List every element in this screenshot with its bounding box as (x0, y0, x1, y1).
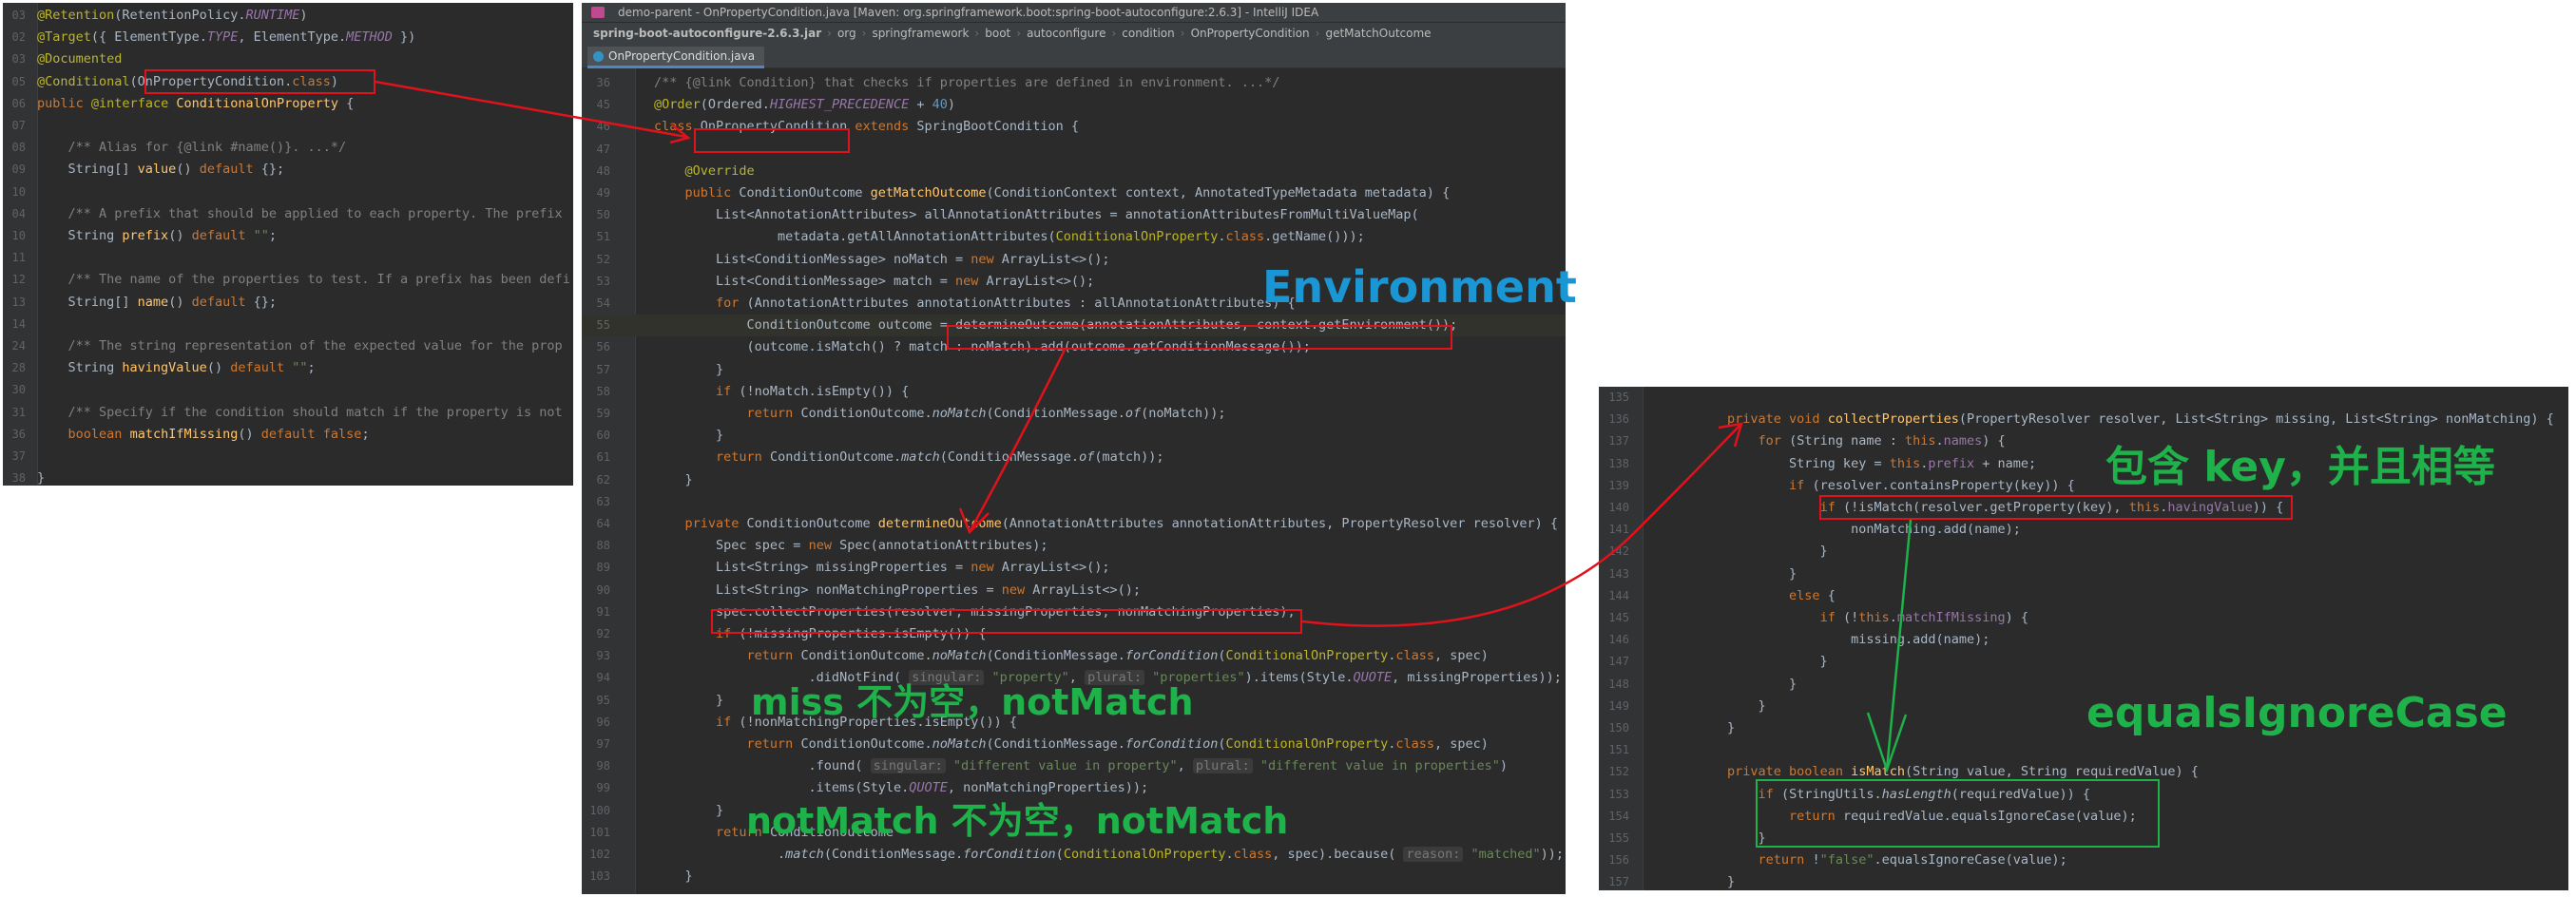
miss-not-empty-annotation: miss 不为空，notMatch (751, 681, 1194, 723)
notmatch-not-empty-annotation: notMatch 不为空，notMatch (746, 800, 1289, 842)
arrow-to-determine (968, 349, 1067, 533)
contains-key-annotation: 包含 key，并且相等 (2105, 443, 2495, 491)
arrowhead-determine (958, 507, 990, 535)
environment-annotation: Environment (1262, 261, 1577, 313)
equals-ignore-case-annotation: equalsIgnoreCase (2086, 689, 2508, 737)
arrow-to-class (375, 80, 687, 139)
arrow-to-collect (1301, 425, 1740, 627)
